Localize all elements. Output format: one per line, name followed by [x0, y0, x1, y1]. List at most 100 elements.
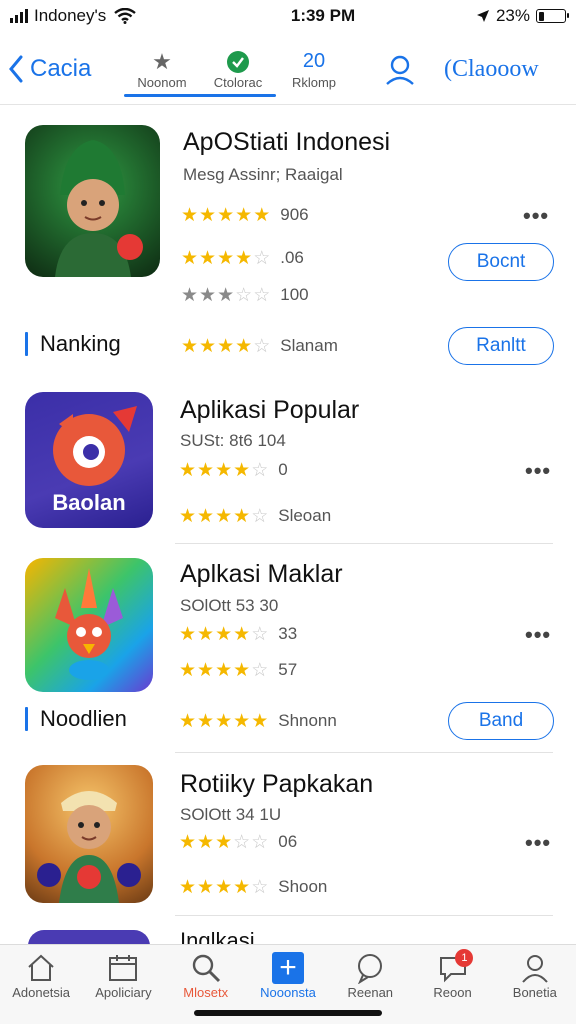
star-icon: ★ — [251, 709, 269, 732]
clock: 1:39 PM — [290, 6, 356, 25]
star-rating: ★ ★ ★ ★ ☆ — [179, 875, 268, 898]
star-icon: ★ — [197, 658, 215, 681]
star-icon: ★ — [233, 709, 251, 732]
app-title[interactable]: Rotiiky Papkakan — [180, 770, 373, 799]
section-label-nanking: Nanking — [25, 331, 121, 357]
star-icon: ★ — [197, 504, 215, 527]
get-button[interactable]: Band — [448, 702, 554, 740]
star-icon: ★ — [152, 48, 172, 74]
tab-apoliciary[interactable]: Apoliciary — [82, 945, 164, 1024]
section-label-text: Nanking — [40, 331, 121, 356]
rating-text: 906 — [280, 205, 309, 224]
app-title[interactable]: ApOStiati Indonesi — [183, 128, 390, 157]
more-options-button[interactable]: ••• — [523, 203, 549, 229]
rating-row: ★ ★ ★ ★ ☆ 33 — [179, 624, 297, 644]
star-rating: ★ ★ ★ ★ ☆ — [181, 246, 271, 269]
app-subtitle: SUSt: 8t6 104 — [180, 431, 286, 450]
star-icon: ★ — [233, 875, 251, 898]
rating-text: Shnonn — [278, 711, 337, 730]
back-button[interactable]: Cacia — [8, 55, 118, 83]
star-icon: ★ — [179, 622, 197, 645]
active-tab-indicator — [124, 94, 276, 97]
rating-text: Slanam — [280, 336, 338, 355]
tab-noonom[interactable]: ★ Noonom — [124, 39, 200, 99]
star-icon: ★ — [233, 458, 251, 481]
rating-row: ★ ★ ★ ☆ ☆ 06 — [179, 832, 297, 852]
star-icon: ★ — [233, 658, 251, 681]
section-label-text: Noodlien — [40, 706, 127, 731]
search-link[interactable]: (Claooow — [444, 56, 539, 83]
star-icon: ★ — [197, 458, 215, 481]
calendar-icon — [107, 951, 139, 985]
rating-row: ★ ★ ★ ★ ☆ .06 — [181, 248, 304, 268]
star-icon: ★ — [233, 504, 251, 527]
app-icon-maklar[interactable] — [25, 558, 153, 692]
rating-text: Sleoan — [278, 506, 332, 525]
star-icon: ★ — [235, 334, 253, 357]
rating-row: ★ ★ ★ ★ ★ Shnonn — [179, 711, 337, 731]
app-icon-apostiati[interactable] — [25, 125, 160, 277]
rating-row: ★ ★ ★ ★ ☆ 57 — [179, 660, 297, 680]
rating-row: ★ ★ ★ ★ ☆ Sleoan — [179, 506, 331, 526]
rating-text: .06 — [280, 248, 304, 267]
star-icon: ★ — [197, 622, 215, 645]
star-icon: ★ — [215, 504, 233, 527]
tab-label: Rklomp — [291, 74, 337, 90]
profile-button[interactable] — [380, 49, 420, 89]
more-options-button[interactable]: ••• — [525, 622, 551, 648]
home-icon — [25, 951, 57, 985]
star-icon: ★ — [179, 875, 197, 898]
more-options-button[interactable]: ••• — [525, 830, 551, 856]
star-icon: ★ — [215, 458, 233, 481]
star-icon: ☆ — [235, 283, 253, 306]
star-icon: ★ — [199, 203, 217, 226]
rating-row: ★ ★ ★ ★ ☆ Slanam — [181, 336, 338, 356]
app-title[interactable]: Aplkasi Maklar — [180, 560, 343, 589]
tab-label: Reenan — [347, 985, 394, 1000]
divider — [175, 752, 553, 753]
battery-percent: 23% — [495, 6, 530, 25]
star-icon: ★ — [215, 658, 233, 681]
rating-text: 33 — [278, 624, 298, 643]
tab-bonetia[interactable]: Bonetia — [494, 945, 576, 1024]
get-button[interactable]: Bocnt — [448, 243, 554, 281]
star-rating: ★ ★ ★ ★ ★ — [179, 709, 269, 732]
person-icon — [386, 55, 414, 85]
tab-adonetsia[interactable]: Adonetsia — [0, 945, 82, 1024]
tab-label: Mlosetx — [183, 985, 229, 1000]
app-title[interactable]: Aplikasi Popular — [180, 396, 359, 425]
wifi-icon — [114, 8, 136, 24]
tab-rklomp[interactable]: 20 Rklomp — [276, 39, 352, 99]
star-icon: ☆ — [251, 504, 269, 527]
get-button[interactable]: Ranltt — [448, 327, 554, 365]
notification-badge: 1 — [455, 949, 474, 967]
star-icon: ★ — [217, 283, 235, 306]
star-rating: ★ ★ ★ ★ ☆ — [179, 504, 269, 527]
star-rating: ★ ★ ★ ☆ ☆ — [181, 283, 270, 306]
star-icon: ☆ — [253, 246, 271, 269]
star-icon: ☆ — [233, 830, 251, 853]
star-icon: ☆ — [253, 334, 271, 357]
tab-ctolorac[interactable]: Ctolorac — [200, 39, 276, 99]
star-rating: ★ ★ ★ ★ ☆ — [179, 458, 268, 481]
tab-label: Noonom — [137, 74, 187, 90]
battery-icon — [536, 9, 569, 23]
app-icon-rotiiky[interactable] — [25, 765, 153, 903]
tab-label: Ctolorac — [213, 74, 263, 90]
star-icon: ★ — [199, 246, 217, 269]
star-icon: ★ — [199, 334, 217, 357]
star-icon: ★ — [179, 458, 197, 481]
tab-label: Adonetsia — [12, 985, 71, 1000]
rating-text: 0 — [278, 460, 288, 479]
app-icon-baolan[interactable]: Baolan — [25, 392, 153, 528]
tab-reoon[interactable]: 1 Reoon — [411, 945, 493, 1024]
section-label-noodlien: Noodlien — [25, 706, 127, 732]
star-icon: ★ — [179, 830, 197, 853]
more-options-button[interactable]: ••• — [525, 458, 551, 484]
star-icon: ★ — [179, 709, 197, 732]
app-title-partial[interactable]: Inglkasi — [180, 928, 255, 944]
tab-label: Nooonsta — [260, 985, 316, 1000]
star-icon: ☆ — [251, 658, 269, 681]
tab-label: Reoon — [433, 985, 472, 1000]
carrier-label: Indoney's — [34, 6, 107, 25]
